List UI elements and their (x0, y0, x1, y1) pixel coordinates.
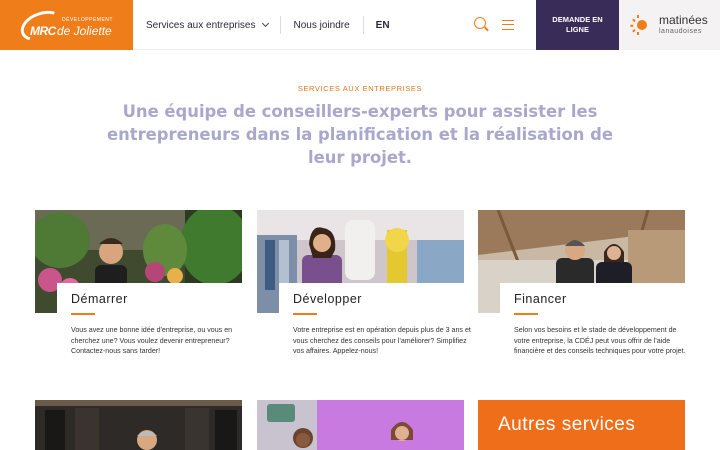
card-title[interactable]: Développer (293, 292, 362, 306)
hamburger-menu-icon[interactable] (502, 20, 514, 30)
card-description: Votre entreprise est en opération depuis… (293, 326, 471, 356)
partner-name-sub: lanaudoises (659, 28, 702, 35)
chevron-down-icon (261, 19, 269, 28)
card-image-warehouse[interactable] (35, 400, 242, 450)
nav-item-contact[interactable]: Nous joindre (281, 16, 363, 34)
card-image-event[interactable] (257, 400, 464, 450)
page-headline: Une équipe de conseillers-experts pour a… (106, 102, 614, 167)
card-title-underline (71, 313, 95, 315)
card-title-underline (514, 313, 538, 315)
search-icon[interactable] (474, 17, 486, 29)
language-label: EN (375, 19, 390, 31)
card-description: Selon vos besoins et le stade de dévelop… (514, 326, 686, 356)
logo-name-text: de Joliette (57, 24, 112, 38)
nav-contact-label: Nous joindre (293, 19, 350, 31)
card-title-underline (293, 313, 317, 315)
site-header: DÉVELOPPEMENT MRC de Joliette Services a… (0, 0, 720, 50)
logo-mrc-text: MRC (30, 24, 56, 38)
nav-item-services[interactable]: Services aux entreprises (146, 16, 280, 34)
sun-logo-icon (630, 15, 647, 35)
card-title[interactable]: Démarrer (71, 292, 128, 306)
nav-services-label: Services aux entreprises (146, 19, 256, 31)
other-services-label: Autres services (498, 414, 636, 435)
partner-name: matinées lanaudoises (659, 13, 708, 37)
card-title[interactable]: Financer (514, 292, 567, 306)
matinees-lanaudoises-logo[interactable]: matinées lanaudoises (619, 0, 720, 50)
section-kicker: SERVICES AUX ENTREPRISES (297, 84, 423, 93)
card-description: Vous avez une bonne idée d'entreprise, o… (71, 326, 233, 356)
main-nav: Services aux entreprises Nous joindre EN (146, 0, 390, 50)
mrc-joliette-logo[interactable]: DÉVELOPPEMENT MRC de Joliette (0, 0, 133, 50)
other-services-card[interactable]: Autres services (478, 400, 685, 450)
logo-top-text: DÉVELOPPEMENT (62, 17, 113, 23)
language-toggle[interactable]: EN (364, 16, 390, 34)
partner-name-main: matinées (659, 13, 708, 27)
online-request-button[interactable]: DEMANDE EN LIGNE (536, 0, 619, 50)
online-request-label: DEMANDE EN LIGNE (552, 15, 603, 34)
